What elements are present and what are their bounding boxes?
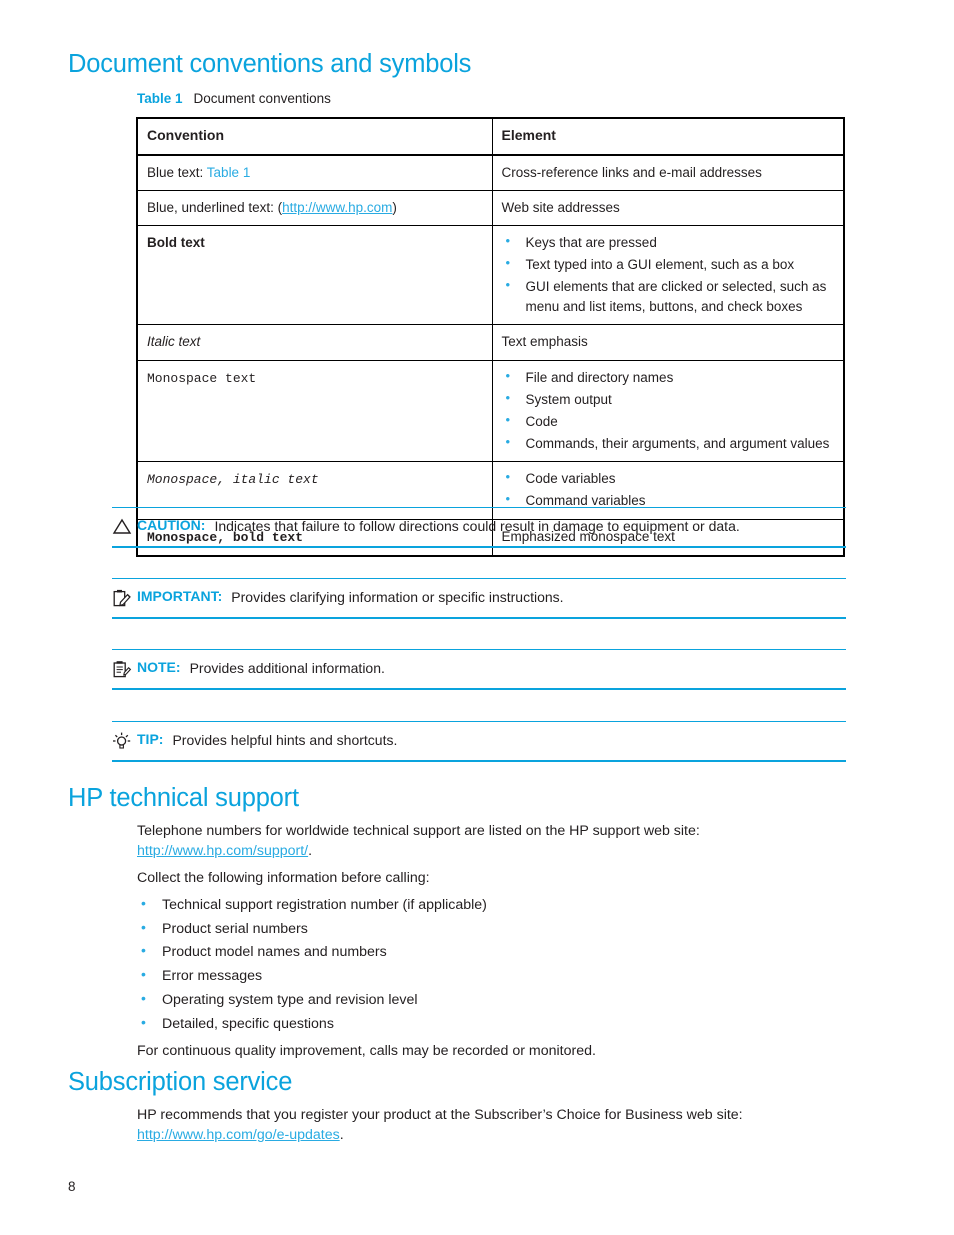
notice-label: NOTE:	[137, 659, 181, 676]
document-conventions-table: Convention Element Blue text: Table 1 Cr…	[136, 117, 845, 558]
cell-convention: Monospace text	[136, 359, 493, 463]
cell-element: Cross-reference links and e-mail address…	[491, 154, 845, 192]
important-clipboard-pencil-icon	[112, 589, 132, 607]
table-header-element: Element	[491, 117, 845, 156]
support-checklist: Technical support registration number (i…	[137, 896, 797, 1040]
support-closing-paragraph: For continuous quality improvement, call…	[137, 1043, 596, 1059]
list-item: Keys that are pressed	[502, 232, 835, 253]
divider-rule	[112, 688, 846, 690]
monospace-italic-text-sample: Monospace, italic text	[147, 472, 319, 488]
notice-label: CAUTION:	[137, 517, 206, 534]
tip-lightbulb-icon	[112, 732, 132, 750]
list-item: Product serial numbers	[137, 920, 797, 936]
list-item: Operating system type and revision level	[137, 991, 797, 1007]
subscription-text: HP recommends that you register your pro…	[137, 1107, 743, 1123]
support-collect-paragraph: Collect the following information before…	[137, 870, 430, 886]
element-bullet-list: File and directory names System output C…	[502, 367, 835, 454]
cell-convention: Italic text	[136, 324, 493, 361]
list-item: Commands, their arguments, and argument …	[502, 433, 835, 454]
divider-rule	[112, 760, 846, 762]
heading-hp-technical-support: HP technical support	[68, 784, 299, 812]
table-caption-label: Table 1	[137, 91, 183, 106]
support-intro-paragraph: Telephone numbers for worldwide technica…	[137, 822, 797, 861]
notice-text: Provides helpful hints and shortcuts.	[172, 732, 398, 749]
bold-text-sample: Bold text	[147, 235, 205, 251]
convention-prefix-text: Blue, underlined text: (	[147, 200, 283, 216]
list-item: GUI elements that are clicked or selecte…	[502, 276, 835, 316]
list-item: System output	[502, 389, 835, 410]
heading-document-conventions: Document conventions and symbols	[68, 50, 472, 78]
element-bullet-list: Keys that are pressed Text typed into a …	[502, 232, 835, 316]
table-row: Blue, underlined text: (http://www.hp.co…	[136, 190, 845, 227]
support-url-suffix: .	[308, 842, 313, 859]
italic-text-sample: Italic text	[147, 334, 201, 350]
table-row: Bold text Keys that are pressed Text typ…	[136, 225, 845, 326]
list-item: Text typed into a GUI element, such as a…	[502, 254, 835, 275]
list-item: File and directory names	[502, 367, 835, 388]
list-item: Product model names and numbers	[137, 943, 797, 959]
table-caption-text: Document conventions	[193, 91, 331, 106]
list-item: Code	[502, 411, 835, 432]
element-bullet-list: Code variables Command variables	[502, 468, 835, 511]
notice-text: Provides additional information.	[189, 660, 385, 677]
support-url-link[interactable]: http://www.hp.com/support/	[137, 843, 308, 859]
notice-note: NOTE: Provides additional information.	[112, 649, 846, 690]
notice-tip: TIP: Provides helpful hints and shortcut…	[112, 721, 846, 762]
cell-convention: Bold text	[136, 225, 493, 326]
notice-body: CAUTION: Indicates that failure to follo…	[112, 508, 846, 546]
cross-reference-link[interactable]: Table 1	[207, 165, 251, 180]
table-header-row: Convention Element	[136, 117, 845, 156]
notice-label: TIP:	[137, 731, 164, 748]
heading-subscription-service: Subscription service	[68, 1068, 293, 1096]
caution-triangle-icon	[112, 518, 132, 536]
table-header-convention: Convention	[136, 117, 493, 156]
subscription-url-suffix: .	[339, 1126, 344, 1143]
cell-element: Text emphasis	[491, 324, 845, 361]
table-row: Italic text Text emphasis	[136, 324, 845, 361]
notice-text: Indicates that failure to follow directi…	[214, 518, 740, 535]
subscription-url-link[interactable]: http://www.hp.com/go/e-updates	[137, 1127, 340, 1143]
cell-convention: Blue, underlined text: (http://www.hp.co…	[136, 190, 493, 227]
table-row: Blue text: Table 1 Cross-reference links…	[136, 154, 845, 192]
list-item: Detailed, specific questions	[137, 1014, 797, 1031]
notice-body: IMPORTANT: Provides clarifying informati…	[112, 579, 846, 617]
page-number: 8	[68, 1179, 76, 1194]
note-clipboard-icon	[112, 660, 132, 678]
cell-convention: Blue text: Table 1	[136, 154, 493, 192]
list-item: Code variables	[502, 468, 835, 489]
table-caption: Table 1 Document conventions	[137, 91, 331, 106]
monospace-text-sample: Monospace text	[147, 370, 257, 386]
subscription-paragraph: HP recommends that you register your pro…	[137, 1106, 797, 1145]
notice-label: IMPORTANT:	[137, 588, 223, 605]
cell-element: Keys that are pressed Text typed into a …	[491, 225, 845, 326]
divider-rule	[112, 546, 846, 548]
cell-element: File and directory names System output C…	[491, 359, 845, 463]
document-page: Document conventions and symbols Table 1…	[0, 0, 954, 1235]
list-item: Technical support registration number (i…	[137, 896, 797, 912]
notice-body: TIP: Provides helpful hints and shortcut…	[112, 722, 846, 760]
support-intro-text: Telephone numbers for worldwide technica…	[137, 823, 700, 839]
notice-text: Provides clarifying information or speci…	[231, 589, 564, 606]
notice-important: IMPORTANT: Provides clarifying informati…	[112, 578, 846, 619]
list-item: Error messages	[137, 967, 797, 983]
convention-prefix-text: Blue text:	[147, 164, 207, 180]
convention-suffix-text: )	[392, 200, 397, 216]
notice-caution: CAUTION: Indicates that failure to follo…	[112, 507, 846, 548]
cell-element: Web site addresses	[491, 190, 845, 227]
web-link[interactable]: http://www.hp.com	[282, 200, 392, 215]
notice-body: NOTE: Provides additional information.	[112, 650, 846, 688]
table-row: Monospace text File and directory names …	[136, 359, 845, 463]
divider-rule	[112, 617, 846, 619]
